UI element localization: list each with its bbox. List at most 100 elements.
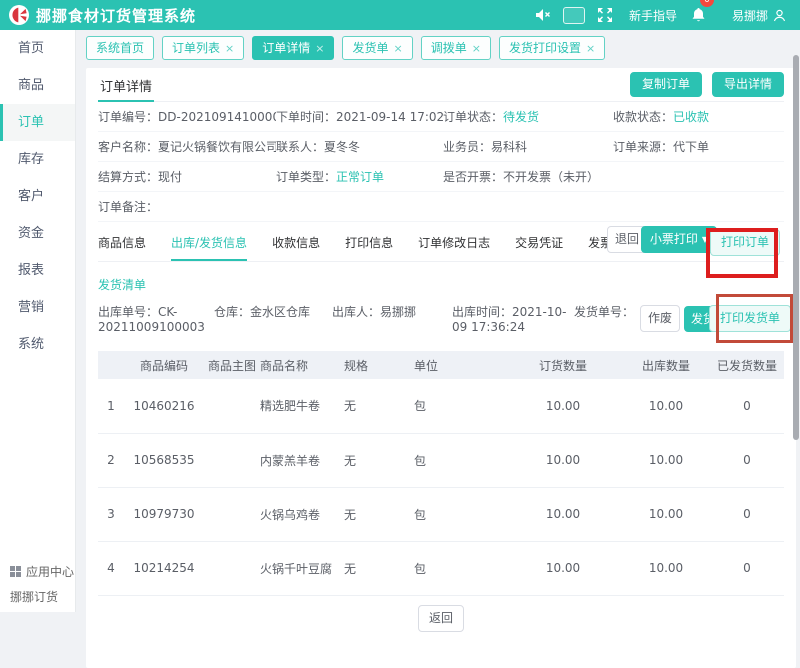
order-detail-card: 订单详情 复制订单 导出详情 订单编号：DD-20210914100008 下单… [86, 68, 796, 668]
shipping-info-row: 出库单号：CK-20211009100003 仓库：金水区仓库 出库人：易挪挪 … [98, 302, 784, 344]
sidebar-item-inventory[interactable]: 库存 [0, 141, 75, 178]
app-grid-icon [10, 566, 21, 577]
sidebar-item-home[interactable]: 首页 [0, 30, 75, 67]
goods-name: 火锅乌鸡卷 [260, 487, 344, 541]
col-goods-image: 商品主图 [204, 351, 260, 379]
ship-no-label: 发货单号： [574, 305, 634, 319]
order-time-value: 2021-09-14 17:02:44 [336, 110, 443, 124]
export-detail-button[interactable]: 导出详情 [712, 72, 784, 97]
notification-badge: 0 [700, 0, 714, 7]
goods-code: 10460216 [124, 379, 204, 433]
tab-transfer-note[interactable]: 调拨单× [421, 36, 491, 60]
tab-system-home[interactable]: 系统首页 [86, 36, 154, 60]
bell-icon [691, 7, 706, 23]
order-no-value: DD-20210914100008 [158, 110, 276, 124]
sidebar-item-funds[interactable]: 资金 [0, 215, 75, 252]
table-row: 4 10214254 火锅千叶豆腐 无 包 10.00 10.00 0 [98, 541, 784, 595]
noonoo-order-label: 挪挪订货 [0, 586, 75, 612]
customer-label: 客户名称： [98, 140, 158, 154]
void-button[interactable]: 作废 [640, 305, 680, 332]
close-icon[interactable]: × [472, 42, 481, 55]
detail-tab-transaction-voucher[interactable]: 交易凭证 [515, 225, 563, 261]
col-spec: 规格 [344, 351, 414, 379]
warehouse-label: 仓库： [214, 305, 250, 319]
contact-value: 夏冬冬 [324, 140, 360, 154]
ticket-print-button[interactable]: 小票打印▼ [641, 226, 717, 253]
screenshot-icon[interactable] [563, 0, 585, 30]
order-remark-label: 订单备注： [98, 200, 158, 214]
order-source-value: 代下单 [673, 140, 709, 154]
col-outbound-qty: 出库数量 [622, 351, 710, 379]
settlement-value: 现付 [158, 170, 182, 184]
sidebar-item-marketing[interactable]: 营销 [0, 289, 75, 326]
order-field-row: 客户名称：夏记火锅餐饮有限公司 联系人：夏冬冬 业务员：易科科 订单来源：代下单 [98, 132, 784, 162]
notification-bell[interactable]: 0 [691, 0, 706, 30]
detail-tab-modify-log[interactable]: 订单修改日志 [418, 225, 490, 261]
order-status-value: 待发货 [503, 110, 539, 124]
app-center-link[interactable]: 应用中心 [0, 556, 75, 586]
page-title: 订单详情 [98, 68, 154, 102]
fullscreen-icon[interactable] [597, 0, 613, 30]
close-icon[interactable]: × [315, 42, 324, 55]
sidebar-item-reports[interactable]: 报表 [0, 252, 75, 289]
copy-order-button[interactable]: 复制订单 [630, 72, 702, 97]
sidebar-item-orders[interactable]: 订单 [0, 104, 75, 141]
settlement-label: 结算方式： [98, 170, 158, 184]
page-tab-bar: 系统首页 订单列表× 订单详情× 发货单× 调拨单× 发货打印设置× [77, 30, 800, 60]
salesman-value: 易科科 [491, 140, 527, 154]
close-icon[interactable]: × [394, 42, 403, 55]
table-row: 3 10979730 火锅乌鸡卷 无 包 10.00 10.00 0 [98, 487, 784, 541]
col-goods-code: 商品编码 [124, 351, 204, 379]
sidebar-item-customers[interactable]: 客户 [0, 178, 75, 215]
app-header: 挪挪食材订货管理系统 新手指导 0 易挪挪 [0, 0, 800, 30]
sidebar-item-goods[interactable]: 商品 [0, 67, 75, 104]
card-title-row: 订单详情 复制订单 导出详情 [98, 68, 784, 102]
user-icon [773, 9, 786, 22]
salesman-label: 业务员： [443, 140, 491, 154]
order-field-row: 订单编号：DD-20210914100008 下单时间：2021-09-14 1… [98, 102, 784, 132]
goods-code: 10568535 [124, 433, 204, 487]
order-type-value: 正常订单 [336, 170, 384, 184]
tab-ship-print-settings[interactable]: 发货打印设置× [499, 36, 605, 60]
vertical-scrollbar[interactable] [793, 55, 799, 440]
header-actions: 新手指导 0 易挪挪 [535, 0, 800, 30]
order-no-label: 订单编号： [98, 110, 158, 124]
tab-order-list[interactable]: 订单列表× [162, 36, 244, 60]
contact-label: 联系人： [276, 140, 324, 154]
close-icon[interactable]: × [586, 42, 595, 55]
detail-tab-payment-info[interactable]: 收款信息 [272, 225, 320, 261]
user-name: 易挪挪 [732, 7, 768, 24]
close-icon[interactable]: × [225, 42, 234, 55]
table-row: 1 10460216 精选肥牛卷 无 包 10.00 10.00 0 [98, 379, 784, 433]
volume-muted-icon[interactable] [535, 0, 551, 30]
order-remark-row: 订单备注： [98, 192, 784, 222]
detail-tab-goods-info[interactable]: 商品信息 [98, 225, 146, 261]
order-type-label: 订单类型： [276, 170, 336, 184]
shipping-list-title: 发货清单 [98, 276, 784, 293]
tab-order-detail[interactable]: 订单详情× [252, 36, 334, 60]
tab-shipping-note[interactable]: 发货单× [342, 36, 412, 60]
beginner-guide-link[interactable]: 新手指导 [629, 7, 677, 24]
outbound-time-label: 出库时间： [452, 305, 512, 319]
detail-tab-shipping-info[interactable]: 出库/发货信息 [171, 225, 247, 261]
print-order-button[interactable]: 打印订单 [710, 229, 780, 256]
detail-tab-bar: 商品信息 出库/发货信息 收款信息 打印信息 订单修改日志 交易凭证 发票信息 … [98, 225, 784, 262]
goods-name: 内蒙羔羊卷 [260, 433, 344, 487]
sidebar-bottom: 应用中心 挪挪订货 [0, 556, 75, 612]
chevron-down-icon: ▼ [702, 235, 708, 244]
col-goods-name: 商品名称 [260, 351, 344, 379]
customer-value: 夏记火锅餐饮有限公司 [158, 140, 276, 154]
main-content: 系统首页 订单列表× 订单详情× 发货单× 调拨单× 发货打印设置× 订单详情 … [77, 30, 800, 612]
order-field-row: 结算方式：现付 订单类型：正常订单 是否开票：不开发票（未开） [98, 162, 784, 192]
order-status-label: 订单状态： [443, 110, 503, 124]
print-ship-note-button[interactable]: 打印发货单 [709, 305, 791, 332]
invoice-label: 是否开票： [443, 170, 503, 184]
app-title: 挪挪食材订货管理系统 [36, 5, 196, 26]
back-button[interactable]: 返回 [418, 605, 464, 632]
detail-tab-print-info[interactable]: 打印信息 [345, 225, 393, 261]
col-ordered-qty: 订货数量 [504, 351, 622, 379]
sidebar-item-system[interactable]: 系统 [0, 326, 75, 363]
table-row: 2 10568535 内蒙羔羊卷 无 包 10.00 10.00 0 [98, 433, 784, 487]
goods-table: 商品编码 商品主图 商品名称 规格 单位 订货数量 出库数量 已发货数量 1 1… [98, 351, 784, 596]
user-menu[interactable]: 易挪挪 [732, 7, 786, 24]
